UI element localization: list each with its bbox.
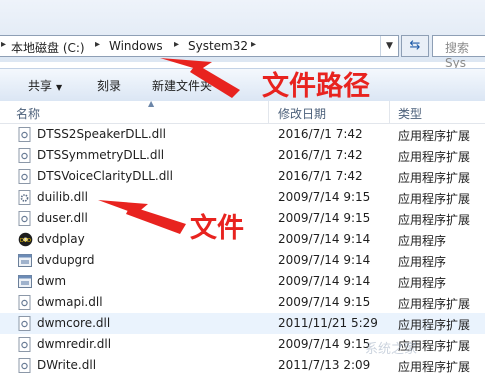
path-arrow — [160, 58, 240, 98]
watermark: 系统之家 — [365, 342, 418, 357]
file-arrow — [98, 200, 186, 234]
annotation-arrows — [98, 58, 240, 234]
annotation-path-label: 文件路径 — [262, 71, 370, 102]
annotation-file-label: 文件 — [190, 213, 244, 244]
